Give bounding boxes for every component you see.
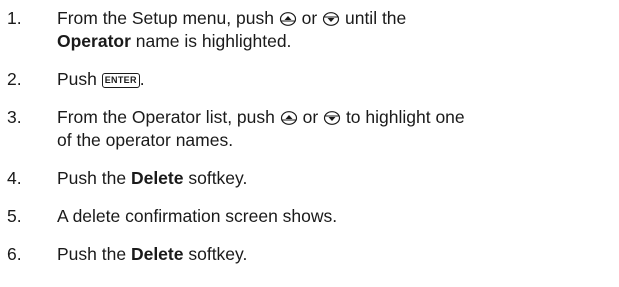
operator-label: Operator xyxy=(57,31,131,51)
up-arrow-key-icon xyxy=(280,111,297,125)
step-number: 4. xyxy=(7,168,22,188)
delete-softkey-label: Delete xyxy=(130,244,184,264)
step-text: A delete confirmation screen shows. xyxy=(57,206,338,226)
step-text: From the Operator list, push or to highl… xyxy=(57,107,465,150)
step-text: Push the Delete softkey. xyxy=(57,168,248,188)
step-text: Push the Delete softkey. xyxy=(57,244,248,264)
step-number: 2. xyxy=(7,69,22,89)
step-number: 5. xyxy=(7,206,22,226)
delete-softkey-label: Delete xyxy=(130,168,184,188)
step-number: 1. xyxy=(7,8,22,28)
up-arrow-key-icon xyxy=(279,12,296,26)
step-number: 6. xyxy=(7,244,22,264)
step-number: 3. xyxy=(7,107,22,127)
down-arrow-key-icon xyxy=(323,12,340,26)
step-text: Push ENTER. xyxy=(57,69,145,89)
step-text: From the Setup menu, push or until the O… xyxy=(57,8,407,51)
down-arrow-key-icon xyxy=(323,111,341,125)
enter-key-icon: ENTER xyxy=(101,73,140,88)
